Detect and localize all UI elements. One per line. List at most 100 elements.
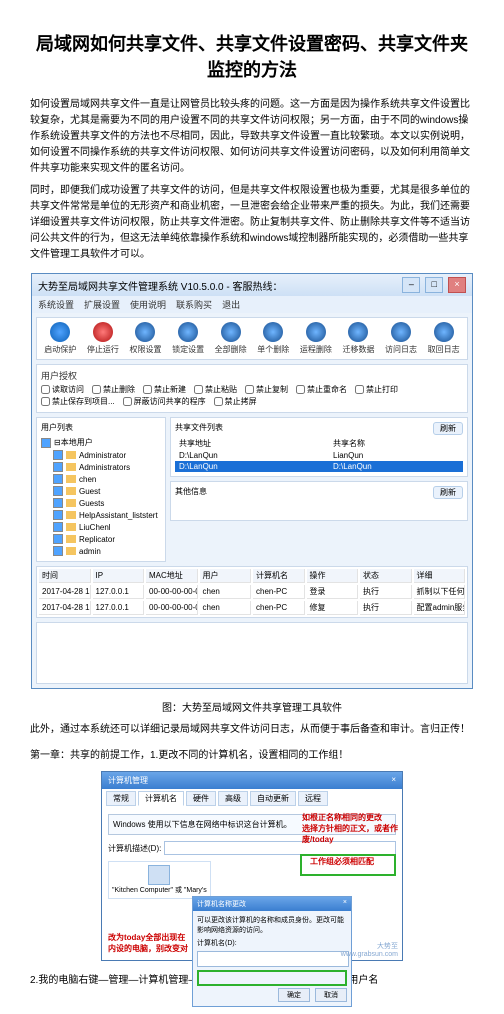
toolbar-button[interactable]: 全部删除: [209, 322, 252, 355]
para-3: 此外，通过本系统还可以详细记录局域网共享文件访问日志，从而便于事后备查和审计。言…: [30, 722, 474, 738]
toolbar-icon: [221, 322, 241, 342]
annotation-3: 改为today全部出现在内设的电脑，别改变对: [108, 932, 188, 954]
computer-icon: [148, 865, 170, 885]
refresh-button[interactable]: 刷新: [433, 422, 463, 435]
grid-header: 详细: [414, 569, 466, 583]
toolbar-icon: [263, 322, 283, 342]
watermark: 大势至 www.grabsun.com: [341, 941, 398, 958]
tab[interactable]: 计算机名: [138, 791, 184, 806]
dialog-ok-button[interactable]: 确定: [278, 988, 310, 1002]
toolbar-icon: [348, 322, 368, 342]
grid-header: IP: [93, 569, 145, 583]
intro-para-1: 如何设置局域网共享文件一直是让网管员比较头疼的问题。这一方面是因为操作系统共享文…: [30, 97, 474, 177]
permission-check[interactable]: 禁止重命名: [296, 384, 347, 395]
toolbar-icon: [135, 322, 155, 342]
toolbar-icon: [178, 322, 198, 342]
toolbar-button[interactable]: 访问日志: [380, 322, 423, 355]
tree-node[interactable]: Administrator: [41, 449, 161, 461]
page-title: 局域网如何共享文件、共享文件设置密码、共享文件夹监控的方法: [30, 30, 474, 82]
tab[interactable]: 远程: [298, 791, 328, 806]
minimize-button[interactable]: –: [402, 277, 420, 293]
toolbar-button[interactable]: 迁移数据: [337, 322, 380, 355]
toolbar-button[interactable]: 权限设置: [124, 322, 167, 355]
maximize-button[interactable]: □: [425, 277, 443, 293]
dialog-input[interactable]: [197, 951, 349, 967]
permission-check[interactable]: 禁止拷屏: [214, 396, 257, 407]
toolbar: 启动保护停止运行权限设置锁定设置全部删除单个删除运程删除迁移数据访问日志取回日志: [36, 317, 468, 360]
permission-check[interactable]: 禁止保存到项目...: [41, 396, 115, 407]
other-info-title: 其他信息: [175, 486, 207, 499]
grid-header: 用户: [200, 569, 252, 583]
toolbar-button[interactable]: 启动保护: [39, 322, 82, 355]
tree-node[interactable]: LiuChenl: [41, 521, 161, 533]
dialog-cancel-button[interactable]: 取消: [315, 988, 347, 1002]
app-screenshot: 大势至局域网共享文件管理系统 V10.5.0.0 - 客服热线： – □ × 系…: [31, 273, 473, 689]
permission-check[interactable]: 读取访问: [41, 384, 84, 395]
menu-item[interactable]: 使用说明: [130, 300, 166, 310]
menubar: 系统设置扩展设置使用说明联系购买退出: [32, 296, 472, 313]
shared-files-title: 共享文件列表: [175, 422, 223, 435]
tree-node[interactable]: Administrators: [41, 461, 161, 473]
tab[interactable]: 自动更新: [250, 791, 296, 806]
permission-check[interactable]: 禁止删除: [92, 384, 135, 395]
computer-name-screenshot: 计算机管理 × 常规计算机名硬件高级自动更新远程 Windows 使用以下信息在…: [101, 771, 403, 961]
tab[interactable]: 硬件: [186, 791, 216, 806]
app2-tabs: 常规计算机名硬件高级自动更新远程: [102, 789, 402, 808]
toolbar-icon: [93, 322, 113, 342]
toolbar-icon: [50, 322, 70, 342]
grid-empty-area: [36, 622, 468, 684]
toolbar-button[interactable]: 锁定设置: [167, 322, 210, 355]
app2-title-text: 计算机管理: [108, 775, 148, 786]
dialog-titlebar: 计算机名称更改 ×: [193, 897, 351, 911]
close-button[interactable]: ×: [448, 277, 466, 293]
tree-node[interactable]: Guest: [41, 485, 161, 497]
permissions-section: 用户授权 读取访问禁止删除禁止新建禁止粘贴禁止复制禁止重命名禁止打印禁止保存到项…: [36, 364, 468, 413]
green-highlight-2: [197, 970, 347, 986]
user-tree-panel: 用户列表 ⊟ 本地用户 AdministratorAdministratorsc…: [36, 417, 166, 562]
permission-check[interactable]: 禁止新建: [143, 384, 186, 395]
grid-header: 计算机名: [253, 569, 305, 583]
menu-item[interactable]: 系统设置: [38, 300, 74, 310]
menu-item[interactable]: 联系购买: [176, 300, 212, 310]
refresh-button-2[interactable]: 刷新: [433, 486, 463, 499]
toolbar-icon: [391, 322, 411, 342]
share-row[interactable]: D:\LanQun LianQun: [175, 450, 463, 461]
toolbar-icon: [434, 322, 454, 342]
log-grid: 时间IPMAC地址用户计算机名操作状态详细 2017-04-28 12:11:3…: [36, 566, 468, 618]
figure-caption: 图：大势至局域网文件共享管理工具软件: [30, 699, 474, 714]
menu-item[interactable]: 扩展设置: [84, 300, 120, 310]
user-tree-label: 用户列表: [41, 422, 161, 433]
tab[interactable]: 高级: [218, 791, 248, 806]
toolbar-button[interactable]: 单个删除: [252, 322, 295, 355]
dialog-close-button[interactable]: ×: [343, 899, 347, 909]
tree-node[interactable]: chen: [41, 473, 161, 485]
app2-close-button[interactable]: ×: [391, 775, 396, 786]
permission-check[interactable]: 禁止打印: [355, 384, 398, 395]
app2-titlebar: 计算机管理 ×: [102, 772, 402, 789]
permission-checks: 读取访问禁止删除禁止新建禁止粘贴禁止复制禁止重命名禁止打印禁止保存到项目... 屏…: [41, 384, 463, 408]
share-row-selected[interactable]: D:\LanQun D:\LanQun: [175, 461, 463, 472]
grid-row[interactable]: 2017-04-28 12:11:30127.0.0.100-00-00-00-…: [39, 585, 465, 599]
tree-node[interactable]: admin: [41, 545, 161, 557]
chapter-1-heading: 第一章：共享的前提工作，1.更改不同的计算机名，设置相同的工作组！: [30, 746, 474, 761]
toolbar-button[interactable]: 停止运行: [82, 322, 125, 355]
computer-icon-item[interactable]: "Kitchen Computer" 或 "Mary's: [108, 861, 211, 899]
annotation-2: 工作组必须相匹配: [310, 856, 398, 867]
titlebar: 大势至局域网共享文件管理系统 V10.5.0.0 - 客服热线： – □ ×: [32, 274, 472, 296]
menu-item[interactable]: 退出: [222, 300, 240, 310]
dialog-label: 计算机名(D):: [197, 938, 347, 948]
window-title: 大势至局域网共享文件管理系统 V10.5.0.0 - 客服热线：: [38, 278, 282, 293]
permission-check[interactable]: 禁止粘贴: [194, 384, 237, 395]
tree-root[interactable]: ⊟ 本地用户: [41, 436, 161, 449]
toolbar-button[interactable]: 运程删除: [295, 322, 338, 355]
tree-node[interactable]: Guests: [41, 497, 161, 509]
permission-check[interactable]: 禁止复制: [245, 384, 288, 395]
tree-node[interactable]: Replicator: [41, 533, 161, 545]
tree-node[interactable]: HelpAssistant_liststert: [41, 509, 161, 521]
permission-check[interactable]: 屏蔽访问共享的程序: [123, 396, 206, 407]
toolbar-button[interactable]: 取回日志: [422, 322, 465, 355]
grid-row[interactable]: 2017-04-28 12:11:30127.0.0.100-00-00-00-…: [39, 601, 465, 615]
annotation-1: 如根正名称相同的更改选择方针相的正文，或者作废/today: [302, 812, 398, 845]
tab[interactable]: 常规: [106, 791, 136, 806]
grid-header: 时间: [39, 569, 91, 583]
